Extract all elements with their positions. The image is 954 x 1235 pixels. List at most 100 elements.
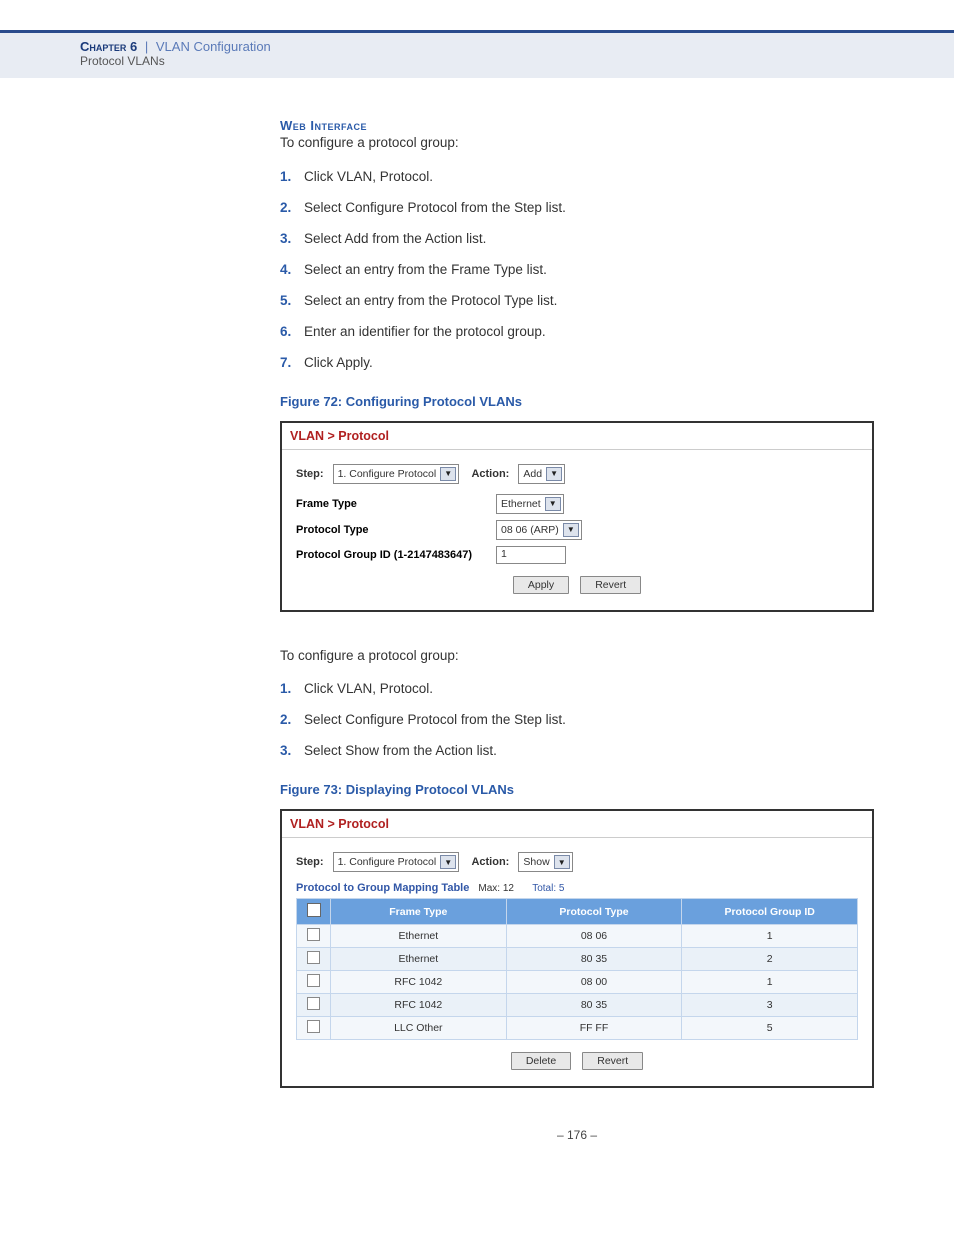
step-select-value: 1. Configure Protocol [338, 856, 437, 868]
step-number: 6. [280, 324, 304, 339]
protocol-type-select[interactable]: 08 06 (ARP) ▼ [496, 520, 582, 540]
steps-list-1: 1.Click VLAN, Protocol. 2.Select Configu… [280, 169, 874, 370]
frame-type-value: Ethernet [501, 498, 541, 510]
step-text: Click VLAN, Protocol. [304, 681, 433, 696]
table-row: Ethernet 80 35 2 [297, 948, 858, 971]
protocol-group-id-label: Protocol Group ID (1-2147483647) [296, 549, 496, 561]
cell-group-id: 2 [682, 948, 858, 971]
figure-72-panel: VLAN > Protocol Step: 1. Configure Proto… [280, 421, 874, 612]
figure-73-panel: VLAN > Protocol Step: 1. Configure Proto… [280, 809, 874, 1088]
step-text: Select Configure Protocol from the Step … [304, 712, 566, 727]
cell-group-id: 5 [682, 1017, 858, 1040]
step-select[interactable]: 1. Configure Protocol ▼ [333, 464, 460, 484]
action-select[interactable]: Add ▼ [518, 464, 565, 484]
step-text: Click VLAN, Protocol. [304, 169, 433, 184]
step-number: 1. [280, 169, 304, 184]
table-total: Total: 5 [532, 883, 564, 894]
table-max: Max: 12 [478, 883, 514, 894]
step-text: Select an entry from the Frame Type list… [304, 262, 547, 277]
cell-protocol-type: 80 35 [506, 994, 682, 1017]
cell-protocol-type: 08 00 [506, 971, 682, 994]
step-text: Select Show from the Action list. [304, 743, 497, 758]
steps-list-2: 1.Click VLAN, Protocol. 2.Select Configu… [280, 681, 874, 758]
row-checkbox[interactable] [307, 974, 320, 987]
step-select-value: 1. Configure Protocol [338, 468, 437, 480]
chevron-down-icon: ▼ [554, 855, 570, 869]
step-text: Select Configure Protocol from the Step … [304, 200, 566, 215]
select-all-header[interactable] [297, 899, 331, 925]
breadcrumb: VLAN > Protocol [282, 811, 872, 838]
section-heading: Web Interface [280, 118, 874, 133]
table-row: RFC 1042 08 00 1 [297, 971, 858, 994]
cell-protocol-type: 08 06 [506, 925, 682, 948]
action-select-value: Show [523, 856, 549, 868]
selector-row: Step: 1. Configure Protocol ▼ Action: Sh… [296, 852, 858, 872]
chevron-down-icon: ▼ [545, 497, 561, 511]
step-number: 7. [280, 355, 304, 370]
row-checkbox[interactable] [307, 951, 320, 964]
protocol-type-value: 08 06 (ARP) [501, 524, 559, 536]
step-number: 5. [280, 293, 304, 308]
cell-group-id: 3 [682, 994, 858, 1017]
action-select-value: Add [523, 468, 542, 480]
step-number: 3. [280, 743, 304, 758]
table-row: LLC Other FF FF 5 [297, 1017, 858, 1040]
frame-type-label: Frame Type [296, 498, 496, 510]
protocol-group-id-input[interactable]: 1 [496, 546, 566, 564]
page-number: – 176 – [280, 1128, 874, 1142]
chevron-down-icon: ▼ [440, 855, 456, 869]
figure-73-caption: Figure 73: Displaying Protocol VLANs [280, 782, 874, 797]
table-title: Protocol to Group Mapping Table Max: 12 … [296, 882, 858, 894]
step-text: Select an entry from the Protocol Type l… [304, 293, 557, 308]
cell-group-id: 1 [682, 971, 858, 994]
table-row: Ethernet 08 06 1 [297, 925, 858, 948]
cell-protocol-type: FF FF [506, 1017, 682, 1040]
column-header: Protocol Type [506, 899, 682, 925]
step-select[interactable]: 1. Configure Protocol ▼ [333, 852, 460, 872]
table-row: RFC 1042 80 35 3 [297, 994, 858, 1017]
section-title: Protocol VLANs [80, 54, 874, 68]
revert-button[interactable]: Revert [582, 1052, 643, 1070]
action-select[interactable]: Show ▼ [518, 852, 572, 872]
step-number: 2. [280, 200, 304, 215]
step-text: Select Add from the Action list. [304, 231, 486, 246]
header-separator: | [145, 39, 148, 54]
apply-button[interactable]: Apply [513, 576, 569, 594]
cell-frame-type: Ethernet [331, 948, 507, 971]
cell-frame-type: Ethernet [331, 925, 507, 948]
cell-protocol-type: 80 35 [506, 948, 682, 971]
row-checkbox[interactable] [307, 997, 320, 1010]
chapter-label: Chapter 6 [80, 39, 137, 54]
cell-group-id: 1 [682, 925, 858, 948]
step-select-label: Step: [296, 856, 324, 868]
intro-text-2: To configure a protocol group: [280, 646, 874, 666]
cell-frame-type: RFC 1042 [331, 971, 507, 994]
chevron-down-icon: ▼ [546, 467, 562, 481]
column-header: Protocol Group ID [682, 899, 858, 925]
frame-type-select[interactable]: Ethernet ▼ [496, 494, 564, 514]
selector-row: Step: 1. Configure Protocol ▼ Action: Ad… [296, 464, 858, 484]
cell-frame-type: RFC 1042 [331, 994, 507, 1017]
cell-frame-type: LLC Other [331, 1017, 507, 1040]
chevron-down-icon: ▼ [563, 523, 579, 537]
chevron-down-icon: ▼ [440, 467, 456, 481]
step-text: Click Apply. [304, 355, 373, 370]
page-header: Chapter 6 | VLAN Configuration Protocol … [0, 30, 954, 78]
table-header-row: Frame Type Protocol Type Protocol Group … [297, 899, 858, 925]
step-number: 1. [280, 681, 304, 696]
step-number: 3. [280, 231, 304, 246]
row-checkbox[interactable] [307, 1020, 320, 1033]
intro-text-1: To configure a protocol group: [280, 133, 874, 153]
protocol-type-label: Protocol Type [296, 524, 496, 536]
step-number: 4. [280, 262, 304, 277]
chapter-title: VLAN Configuration [156, 39, 271, 54]
figure-72-caption: Figure 72: Configuring Protocol VLANs [280, 394, 874, 409]
row-checkbox[interactable] [307, 928, 320, 941]
action-select-label: Action: [471, 856, 509, 868]
revert-button[interactable]: Revert [580, 576, 641, 594]
protocol-mapping-table: Frame Type Protocol Type Protocol Group … [296, 898, 858, 1040]
delete-button[interactable]: Delete [511, 1052, 571, 1070]
step-number: 2. [280, 712, 304, 727]
action-select-label: Action: [471, 468, 509, 480]
checkbox-icon [307, 903, 321, 917]
